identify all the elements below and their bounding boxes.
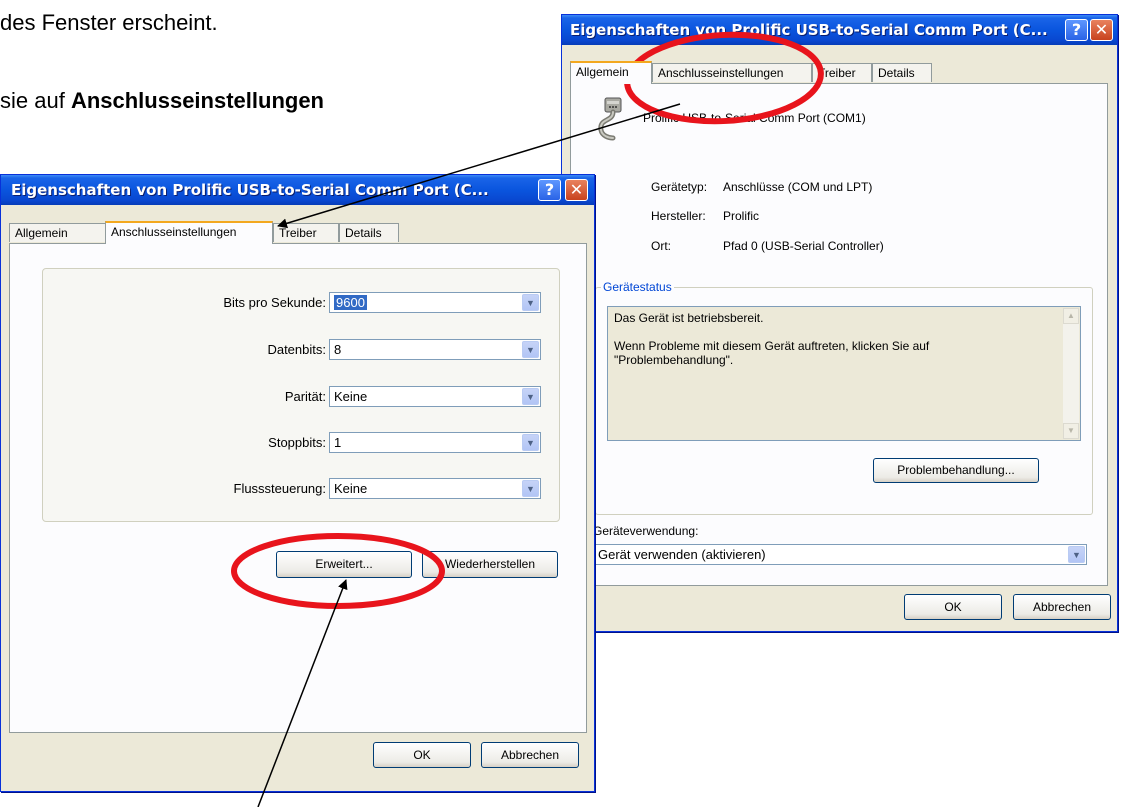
usage-select[interactable]: Gerät verwenden (aktivieren) ▼ — [593, 544, 1087, 565]
tab-details[interactable]: Details — [872, 63, 932, 82]
status-scrollbar[interactable]: ▲ ▼ — [1063, 308, 1079, 439]
dialog-port-settings-titlebar[interactable]: Eigenschaften von Prolific USB-to-Serial… — [1, 175, 594, 205]
tab-allgemein[interactable]: Allgemein — [570, 61, 652, 84]
stoppbits-value: 1 — [334, 435, 342, 450]
tab-treiber[interactable]: Treiber — [273, 223, 339, 242]
hersteller-label: Hersteller: — [651, 209, 706, 223]
cancel-button[interactable]: Abbrechen — [481, 742, 579, 768]
problembehandlung-button[interactable]: Problembehandlung... — [873, 458, 1039, 483]
dialog-general-titlebar[interactable]: Eigenschaften von Prolific USB-to-Serial… — [562, 15, 1117, 45]
cancel-label: Abbrechen — [500, 748, 560, 762]
ok-label: OK — [944, 600, 962, 614]
scroll-up-icon[interactable]: ▲ — [1063, 308, 1079, 324]
status-line1: Das Gerät ist betriebsbereit. — [614, 311, 764, 325]
paritaet-value: Keine — [334, 389, 368, 404]
doc-text-line1: des Fenster erscheint. — [0, 10, 218, 35]
ok-button[interactable]: OK — [904, 594, 1002, 620]
bits-label-text: Bits pro Sekunde: — [223, 295, 326, 310]
tab-strip: Allgemein Anschlusseinstellungen Treiber… — [9, 221, 569, 244]
geraetetyp-value: Anschlüsse (COM und LPT) — [723, 180, 873, 194]
fluss-label-text: Flusssteuerung: — [233, 481, 327, 496]
datenbits-label-text: Datenbits: — [267, 342, 326, 357]
stoppbits-select[interactable]: 1 ▼ — [329, 432, 541, 453]
hersteller-value: Prolific — [723, 209, 760, 223]
status-line2: Wenn Probleme mit diesem Gerät auftreten… — [614, 339, 930, 367]
tab-treiber[interactable]: Treiber — [812, 63, 872, 82]
ok-label: OK — [413, 748, 431, 762]
chevron-down-icon[interactable]: ▼ — [522, 388, 539, 405]
chevron-down-icon[interactable]: ▼ — [522, 434, 539, 451]
help-button[interactable]: ? — [538, 179, 561, 201]
ort-label: Ort: — [651, 239, 671, 253]
close-button[interactable]: ✕ — [565, 179, 588, 201]
erweitert-button[interactable]: Erweitert... — [276, 551, 412, 578]
doc-text-line2: sie auf Anschlusseinstellungen — [0, 88, 324, 114]
fluss-value: Keine — [334, 481, 368, 496]
tab-allgemein[interactable]: Allgemein — [9, 223, 107, 242]
close-button[interactable]: ✕ — [1090, 19, 1113, 41]
tab-anschlusseinstellungen[interactable]: Anschlusseinstellungen — [105, 221, 273, 244]
geraetetyp-label: Gerätetyp: — [651, 180, 708, 194]
datenbits-value: 8 — [334, 342, 342, 357]
doc-text-line2-prefix: sie auf — [0, 88, 71, 113]
tab-panel-anschlusseinstellungen: Bits pro Sekunde: 9600 ▼ Datenbits: 8 ▼ Pa… — [9, 243, 587, 733]
usage-label: Geräteverwendung: — [593, 524, 699, 538]
chevron-down-icon[interactable]: ▼ — [522, 294, 539, 311]
problembehandlung-label: Problembehandlung... — [897, 463, 1015, 477]
chevron-down-icon[interactable]: ▼ — [522, 341, 539, 358]
fluss-label: Flusssteuerung: — [150, 481, 327, 496]
tab-details[interactable]: Details — [339, 223, 399, 242]
datenbits-select[interactable]: 8 ▼ — [329, 339, 541, 360]
dialog-port-settings: Eigenschaften von Prolific USB-to-Serial… — [0, 174, 595, 792]
wiederherstellen-label: Wiederherstellen — [444, 557, 536, 571]
doc-text-line2-bold: Anschlusseinstellungen — [70, 88, 324, 113]
help-button[interactable]: ? — [1065, 19, 1088, 41]
chevron-down-icon[interactable]: ▼ — [522, 480, 539, 497]
fluss-select[interactable]: Keine ▼ — [329, 478, 541, 499]
dialog-general-title: Eigenschaften von Prolific USB-to-Serial… — [570, 21, 1048, 39]
tab-panel-allgemein: Prolific USB-to-Serial Comm Port (COM1) … — [570, 83, 1108, 586]
cancel-label: Abbrechen — [1032, 600, 1092, 614]
ok-button[interactable]: OK — [373, 742, 471, 768]
dialog-general: Eigenschaften von Prolific USB-to-Serial… — [561, 14, 1118, 632]
bits-value: 9600 — [334, 295, 367, 310]
usage-value: Gerät verwenden (aktivieren) — [598, 547, 766, 562]
device-name: Prolific USB-to-Serial Comm Port (COM1) — [643, 111, 866, 125]
erweitert-label: Erweitert... — [315, 557, 373, 571]
stoppbits-label: Stoppbits: — [150, 435, 326, 450]
close-icon: ✕ — [1094, 20, 1109, 39]
status-textbox[interactable]: Das Gerät ist betriebsbereit. Wenn Probl… — [607, 306, 1081, 441]
chevron-down-icon[interactable]: ▼ — [1068, 546, 1085, 563]
paritaet-select[interactable]: Keine ▼ — [329, 386, 541, 407]
bits-label: Bits pro Sekunde: — [150, 295, 326, 310]
help-icon: ? — [544, 180, 555, 199]
close-icon: ✕ — [569, 180, 584, 199]
scroll-down-icon[interactable]: ▼ — [1063, 423, 1079, 439]
ort-value: Pfad 0 (USB-Serial Controller) — [723, 239, 884, 253]
paritaet-label-text: Parität: — [284, 389, 326, 404]
paritaet-label: Parität: — [150, 389, 326, 404]
tab-strip: Allgemein Anschlusseinstellungen Treiber… — [570, 61, 1110, 84]
serial-port-icon — [598, 97, 622, 141]
cancel-button[interactable]: Abbrechen — [1013, 594, 1111, 620]
help-icon: ? — [1071, 20, 1082, 39]
dialog-port-settings-title: Eigenschaften von Prolific USB-to-Serial… — [11, 181, 489, 199]
geraetestatus-title: Gerätestatus — [601, 280, 674, 294]
bits-select[interactable]: 9600 ▼ — [329, 292, 541, 313]
wiederherstellen-button[interactable]: Wiederherstellen — [422, 551, 558, 578]
stoppbits-label-text: Stoppbits: — [268, 435, 326, 450]
tab-anschlusseinstellungen[interactable]: Anschlusseinstellungen — [652, 63, 812, 82]
datenbits-label: Datenbits: — [150, 342, 326, 357]
